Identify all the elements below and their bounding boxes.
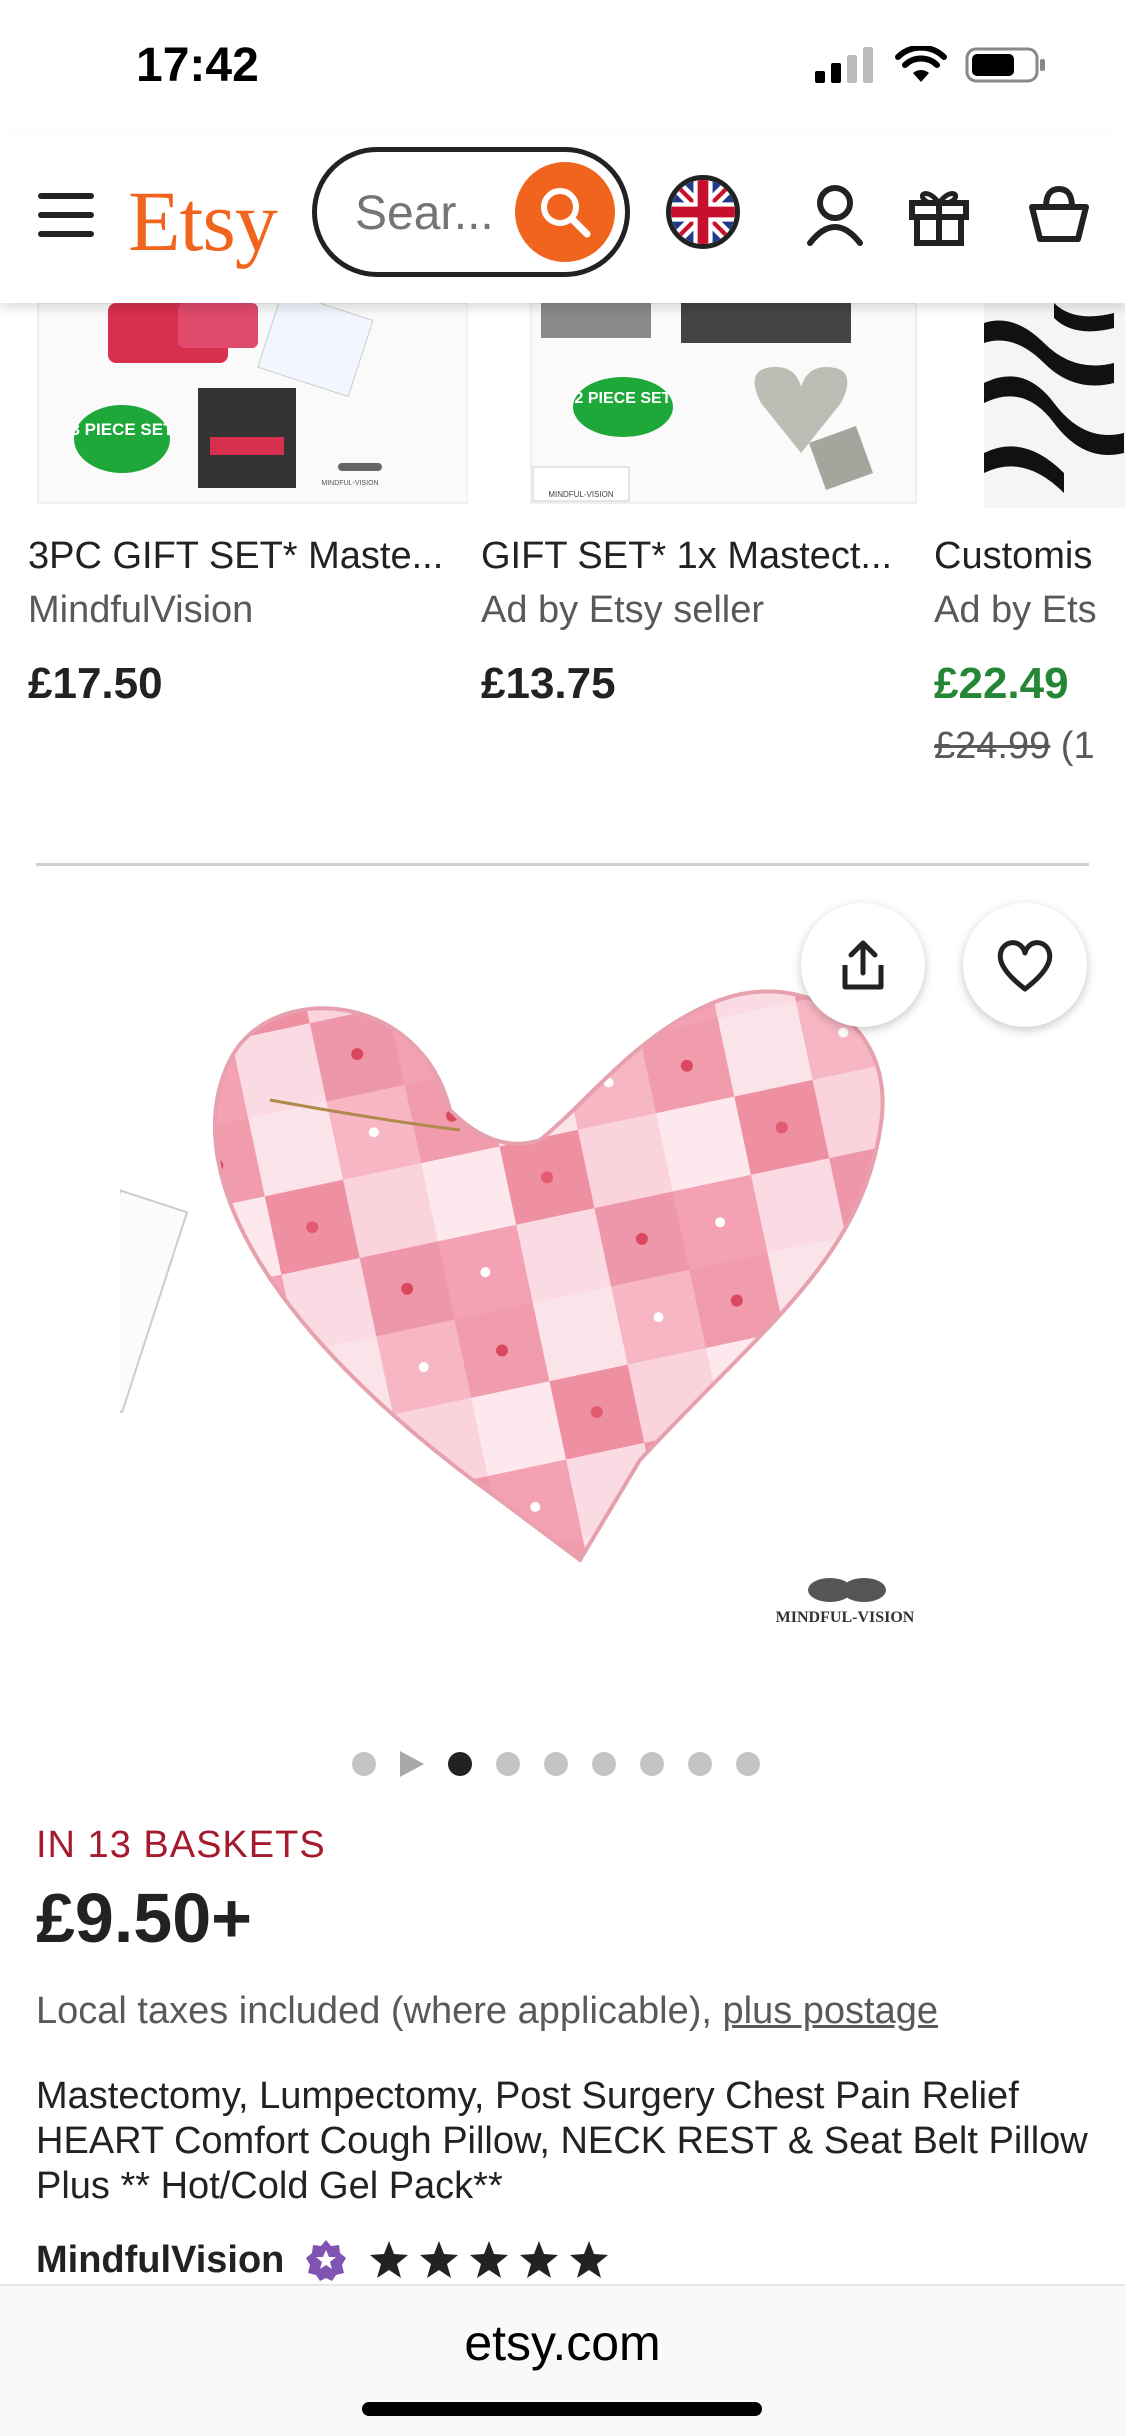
postage-link[interactable]: plus postage xyxy=(723,1990,939,2032)
listing-price: £13.75 xyxy=(481,659,616,708)
tax-note: Local taxes included (where applicable),… xyxy=(36,1990,939,2032)
star-icon xyxy=(420,2241,459,2278)
listing-sale-price: £22.49 xyxy=(934,659,1069,708)
etsy-logo[interactable]: Etsy xyxy=(128,171,278,271)
search-input[interactable]: Sear... xyxy=(355,186,494,241)
set-badge-3: 3 PIECE SET xyxy=(71,420,175,439)
listing-main-price: £9.50+ xyxy=(36,1879,253,1957)
listing-shop: MindfulVision xyxy=(28,589,254,631)
set-badge-2: 2 PIECE SET xyxy=(575,390,672,407)
recommendations-row[interactable]: 3 PIECE SET MINDFUL-VISION 3PC GIFT SET*… xyxy=(0,303,1125,773)
listing-shop: Ad by Etsy seller xyxy=(481,589,764,631)
shop-name[interactable]: MindfulVision xyxy=(36,2239,284,2282)
listing-image-watermark: MINDFUL-VISION xyxy=(548,490,614,499)
wifi-icon xyxy=(895,46,947,82)
pagination-dot[interactable] xyxy=(496,1752,520,1776)
pagination-dot[interactable] xyxy=(352,1752,376,1776)
listing-title[interactable]: GIFT SET* 1x Mastect... xyxy=(481,535,921,578)
share-icon xyxy=(842,940,884,990)
pagination-dot[interactable] xyxy=(688,1752,712,1776)
listing-title[interactable]: 3PC GIFT SET* Maste... xyxy=(28,535,468,578)
pagination-dot[interactable] xyxy=(640,1752,664,1776)
heart-icon xyxy=(997,940,1053,992)
image-pagination[interactable] xyxy=(352,1751,760,1777)
uk-flag-icon[interactable] xyxy=(666,175,740,249)
share-button[interactable] xyxy=(801,903,925,1027)
star-icon xyxy=(470,2241,509,2278)
home-indicator[interactable] xyxy=(362,2402,762,2416)
basket-icon[interactable] xyxy=(1026,181,1092,247)
account-icon[interactable] xyxy=(802,181,868,247)
baskets-count: IN 13 BASKETS xyxy=(36,1824,326,1866)
play-icon[interactable] xyxy=(400,1751,424,1777)
listing-image[interactable]: 3 PIECE SET MINDFUL-VISION xyxy=(28,303,468,508)
listing-image-watermark: MINDFUL-VISION xyxy=(321,480,378,487)
search-bar[interactable]: Sear... xyxy=(312,147,630,277)
rating-stars xyxy=(368,2240,610,2280)
pagination-dot-active[interactable] xyxy=(448,1752,472,1776)
listing-image[interactable] xyxy=(934,303,1125,508)
listing-title[interactable]: Customis xyxy=(934,535,1125,578)
product-image-watermark: MINDFUL-VISION xyxy=(776,1609,915,1626)
signal-icon xyxy=(815,47,873,83)
star-icon xyxy=(570,2241,609,2278)
site-header: Etsy Sear... xyxy=(0,135,1125,303)
listing-original-price: £24.99 (1 xyxy=(934,725,1095,767)
gift-icon[interactable] xyxy=(906,181,972,247)
pagination-dot[interactable] xyxy=(736,1752,760,1776)
favorite-button[interactable] xyxy=(963,903,1087,1027)
pagination-dot[interactable] xyxy=(592,1752,616,1776)
star-seller-badge-icon xyxy=(306,2240,347,2281)
listing-price: £17.50 xyxy=(28,659,163,708)
status-icons xyxy=(815,46,1047,84)
menu-icon[interactable] xyxy=(38,193,94,237)
listing-image[interactable]: 2 PIECE SET MINDFUL-VISION xyxy=(481,303,921,508)
search-icon xyxy=(541,188,591,238)
url-bar[interactable]: etsy.com xyxy=(0,2314,1125,2372)
star-icon xyxy=(520,2241,559,2278)
status-time: 17:42 xyxy=(136,39,259,92)
section-divider xyxy=(36,863,1089,866)
listing-title: Mastectomy, Lumpectomy, Post Surgery Che… xyxy=(36,2075,1088,2207)
star-icon xyxy=(370,2241,409,2278)
search-button[interactable] xyxy=(515,162,615,262)
listing-shop: Ad by Ets xyxy=(934,589,1097,631)
battery-icon xyxy=(965,47,1045,83)
shop-row[interactable]: MindfulVision xyxy=(36,2238,610,2282)
browser-bottom-bar: etsy.com xyxy=(0,2284,1125,2436)
status-bar: 17:42 xyxy=(0,0,1125,135)
pagination-dot[interactable] xyxy=(544,1752,568,1776)
